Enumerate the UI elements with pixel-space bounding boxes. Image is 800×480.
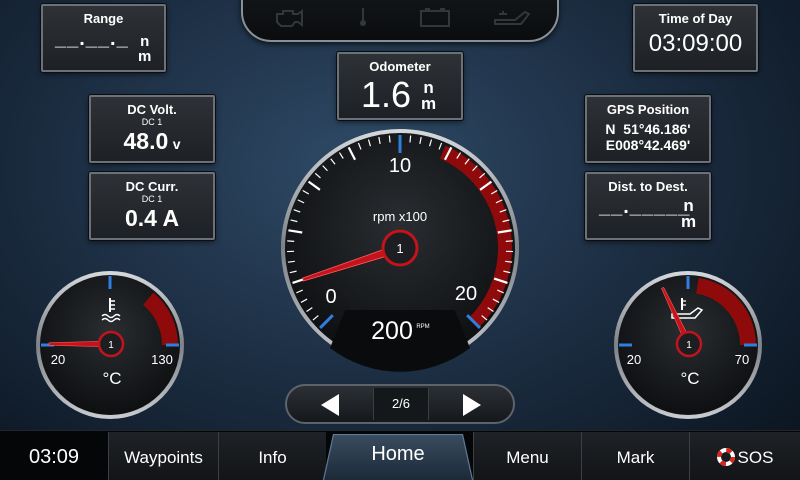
tab-sos[interactable]: SOS xyxy=(689,432,800,480)
coolant-engine-badge: 1 xyxy=(108,340,114,351)
oil-unit: °C xyxy=(680,369,699,388)
tachometer-engine-badge: 1 xyxy=(396,241,403,256)
tachometer-tick-label-max: 20 xyxy=(455,283,477,305)
oil-engine-badge: 1 xyxy=(686,340,692,351)
bottom-clock: 03:09 xyxy=(0,432,108,480)
coolant-max-label: 130 xyxy=(151,352,173,367)
tab-info[interactable]: Info xyxy=(218,432,326,480)
tachometer-tick-label-mid: 10 xyxy=(389,155,411,177)
arrow-left-icon xyxy=(321,394,339,416)
tab-sos-label: SOS xyxy=(737,448,774,467)
tab-home-outline xyxy=(323,434,473,480)
gauge-layer: 10 0 20 rpm x100 1 200 RPM 20 130 °C 1 2… xyxy=(36,129,762,419)
tab-menu[interactable]: Menu xyxy=(473,432,581,480)
tab-mark[interactable]: Mark xyxy=(581,432,689,480)
tachometer-tick xyxy=(388,135,391,143)
lifebuoy-icon xyxy=(716,448,735,466)
tachometer-tick-label-min: 0 xyxy=(325,286,336,308)
coolant-unit: °C xyxy=(102,369,121,388)
oil-min-label: 20 xyxy=(627,352,641,367)
arrow-right-icon xyxy=(463,394,481,416)
tachometer-title: rpm x100 xyxy=(373,209,427,224)
tab-waypoints[interactable]: Waypoints xyxy=(108,432,218,480)
tachometer-readout-value: 200 xyxy=(371,317,413,345)
oil-max-label: 70 xyxy=(735,352,749,367)
coolant-min-label: 20 xyxy=(51,352,65,367)
oil-temp-gauge: 20 70 °C 1 xyxy=(614,271,762,419)
next-page-button[interactable] xyxy=(459,392,485,418)
previous-page-button[interactable] xyxy=(317,392,343,418)
tachometer-tick xyxy=(409,135,412,143)
page-pager: 2/6 xyxy=(285,384,515,424)
coolant-temp-gauge: 20 130 °C 1 xyxy=(36,271,184,419)
tachometer-readout-unit: RPM xyxy=(416,324,429,330)
page-indicator: 2/6 xyxy=(373,388,429,420)
tachometer-gauge: 10 0 20 rpm x100 1 200 RPM xyxy=(281,129,519,372)
